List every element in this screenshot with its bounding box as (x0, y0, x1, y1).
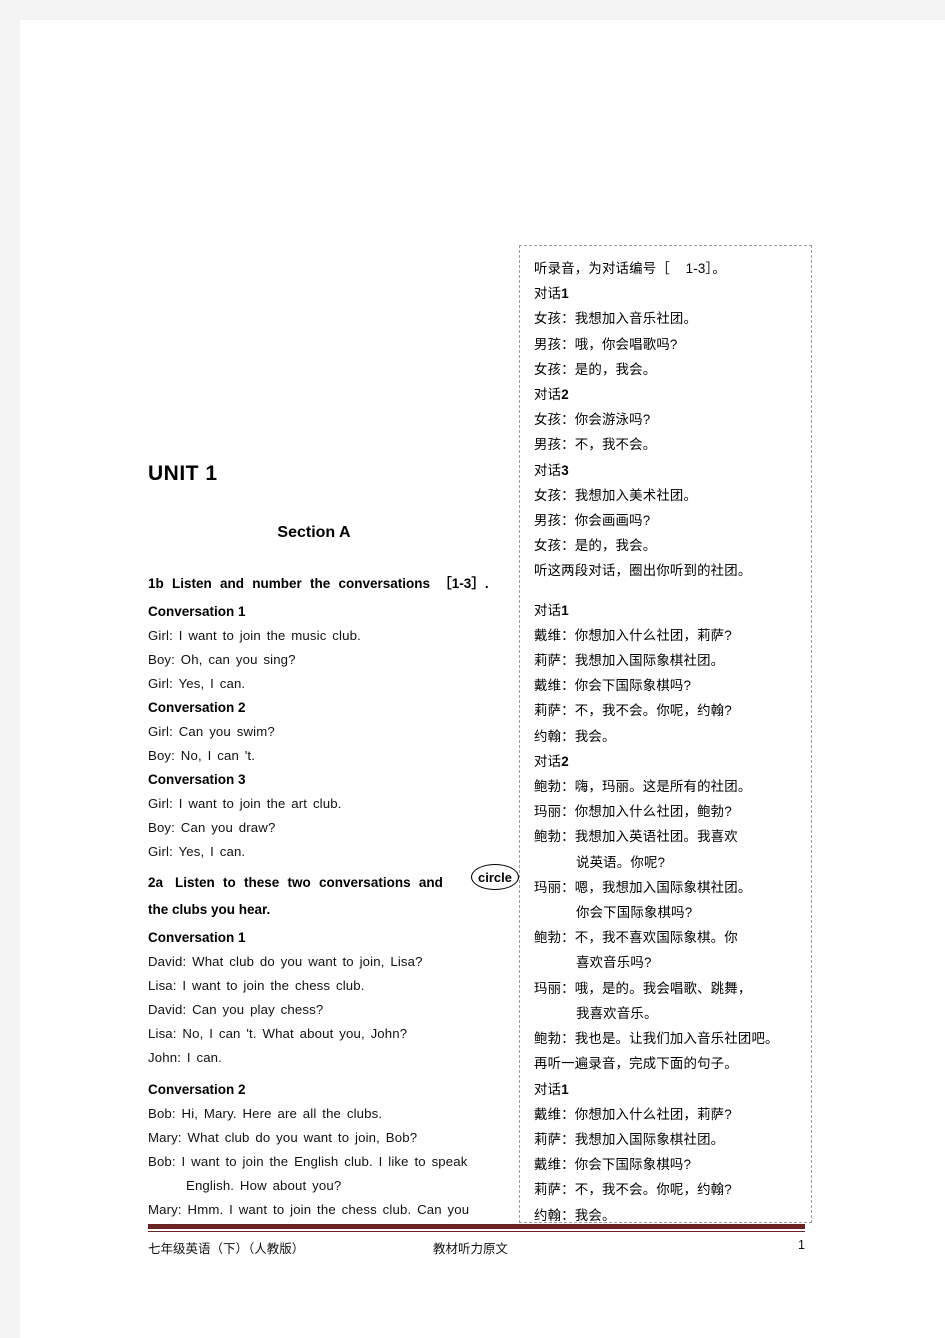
translation-line: 听录音，为对话编号［ 1-3］。 (534, 261, 727, 276)
translation-line-number: 2 (561, 387, 569, 403)
translation-line: 女孩：我想加入音乐社团。 (534, 311, 698, 327)
dialog-line: John: I can. (148, 1049, 222, 1065)
conversation-heading: Conversation 2 (148, 1081, 246, 1097)
dialog-line: Girl: Yes, I can. (148, 844, 246, 860)
translation-line: 鲍勃：不，我不喜欢国际象棋。你 (534, 930, 738, 946)
translation-line: 鲍勃：我想加入英语社团。我喜欢 (534, 829, 738, 845)
translation-line: 女孩：是的，我会。 (534, 361, 657, 377)
page-footer: 七年级英语（下）（人教版） 教材听力原文 1 (148, 1238, 805, 1258)
conversation-heading: Conversation 2 (148, 700, 246, 716)
translation-line-number: 1 (561, 286, 569, 302)
dialog-line: Lisa: I want to join the chess club. (148, 977, 365, 993)
dialog-line: Boy: Can you draw? (148, 820, 276, 836)
translation-line: 我喜欢音乐。 (576, 1005, 658, 1021)
translation-line: 说英语。你呢? (576, 854, 666, 870)
translation-line: 戴维：你会下国际象棋吗? (534, 1157, 692, 1173)
dialog-line: Girl: I want to join the music club. (148, 628, 361, 644)
translation-line: 喜欢音乐吗? (576, 955, 652, 971)
translation-line: 对话1 (534, 286, 569, 302)
translation-line: 玛丽：哦，是的。我会唱歌、跳舞， (534, 980, 752, 996)
translation-line: 再听一遍录音，完成下面的句子。 (534, 1056, 738, 1072)
footer-rule-thick (148, 1224, 805, 1229)
translation-line: 约翰：我会。 (534, 728, 616, 744)
dialog-line: Boy: No, I can 't. (148, 748, 256, 764)
translation-line: 听这两段对话，圈出你听到的社团。 (534, 563, 752, 579)
task-2a-number: 2a (148, 875, 164, 891)
conversation-group-2a: Conversation 1 David: What club do you w… (148, 926, 498, 1222)
dialog-line: Girl: Can you swim? (148, 724, 275, 740)
translation-line: 男孩：哦，你会唱歌吗? (534, 336, 678, 352)
left-column: UNIT 1 Section A 1b Listen and number th… (148, 462, 498, 1222)
dialog-line: Bob: I want to join the English club. I … (148, 1153, 468, 1169)
translation-line: 女孩：你会游泳吗? (534, 412, 651, 428)
task-2a-instruction-line1: 2a Listen to these two conversations and (148, 871, 498, 894)
dialog-line: Girl: I want to join the art club. (148, 796, 342, 812)
dialog-line: Girl: Yes, I can. (148, 676, 246, 692)
translation-line: 男孩：你会画画吗? (534, 513, 651, 529)
translation-line: 戴维：你想加入什么社团，莉萨? (534, 627, 732, 643)
translation-line: 玛丽：嗯，我想加入国际象棋社团。 (534, 879, 752, 895)
translation-line: 鲍勃：我也是。让我们加入音乐社团吧。 (534, 1031, 779, 1047)
task-1b-instruction: 1b Listen and number the conversations ［… (148, 576, 489, 591)
translation-line: 你会下国际象棋吗? (576, 905, 693, 921)
translation-line: 莉萨：我想加入国际象棋社团。 (534, 1131, 725, 1147)
translation-line: 对话3 (534, 462, 569, 478)
dialog-line: David: Can you play chess? (148, 1001, 324, 1017)
translation-line-number: 2 (561, 753, 569, 769)
dialog-line: David: What club do you want to join, Li… (148, 953, 423, 969)
translation-line: 对话2 (534, 387, 569, 403)
dialog-line: Lisa: No, I can 't. What about you, John… (148, 1025, 408, 1041)
dialog-line: Bob: Hi, Mary. Here are all the clubs. (148, 1105, 383, 1121)
translation-line: 对话2 (534, 753, 569, 769)
dialog-line: English. How about you? (186, 1177, 342, 1193)
translation-line: 莉萨：不，我不会。你呢，约翰? (534, 703, 732, 719)
translation-line: 女孩：我想加入美术社团。 (534, 487, 698, 503)
translation-line: 对话1 (534, 602, 569, 618)
translation-line: 莉萨：不，我不会。你呢，约翰? (534, 1182, 732, 1198)
conversation-heading: Conversation 1 (148, 604, 246, 620)
conversation-heading: Conversation 1 (148, 929, 246, 945)
translation-lines: 听录音，为对话编号［ 1-3］。 对话1 女孩：我想加入音乐社团。 男孩：哦，你会唱歌… (520, 246, 811, 1223)
translation-line: 戴维：你想加入什么社团，莉萨? (534, 1106, 732, 1122)
dialog-line: Boy: Oh, can you sing? (148, 652, 296, 668)
translation-line-number: 1 (561, 602, 569, 618)
translation-line: 约翰：我会。 (534, 1207, 616, 1223)
scan-gutter-top (0, 0, 945, 20)
section-heading: Section A (277, 524, 351, 541)
translation-line: 戴维：你会下国际象棋吗? (534, 678, 692, 694)
footer-subtitle: 教材听力原文 (433, 1242, 509, 1256)
translation-line: 女孩：是的，我会。 (534, 538, 657, 554)
task-2a-text: Listen to these two conversations and (175, 875, 443, 891)
translation-box: 听录音，为对话编号［ 1-3］。 对话1 女孩：我想加入音乐社团。 男孩：哦，你会唱歌… (519, 245, 812, 1223)
task-2a-instruction-line2: the clubs you hear. (148, 901, 271, 917)
circle-annotation: circle (471, 864, 519, 890)
dialog-line: Mary: Hmm. I want to join the chess club… (148, 1202, 470, 1217)
document-page: UNIT 1 Section A 1b Listen and number th… (0, 0, 945, 1338)
translation-line: 鲍勃：嗨，玛丽。这是所有的社团。 (534, 779, 752, 795)
footer-page-number: 1 (798, 1238, 805, 1252)
translation-line-number: 3 (561, 462, 569, 478)
scan-gutter-left (0, 0, 20, 1338)
translation-line: 对话1 (534, 1081, 569, 1097)
footer-rule-thin (148, 1231, 805, 1232)
conversation-group-1b: Conversation 1 Girl: I want to join the … (148, 600, 498, 864)
translation-line: 莉萨：我想加入国际象棋社团。 (534, 653, 725, 669)
page-title: UNIT 1 (148, 462, 218, 485)
translation-line: 男孩：不，我不会。 (534, 437, 657, 453)
translation-line-number: 1 (561, 1081, 569, 1097)
translation-line: 玛丽：你想加入什么社团，鲍勃? (534, 804, 732, 820)
dialog-line: Mary: What club do you want to join, Bob… (148, 1129, 418, 1145)
translation-spacer (534, 584, 803, 598)
footer-book-title: 七年级英语（下）（人教版） (148, 1242, 305, 1256)
conversation-heading: Conversation 3 (148, 772, 246, 788)
